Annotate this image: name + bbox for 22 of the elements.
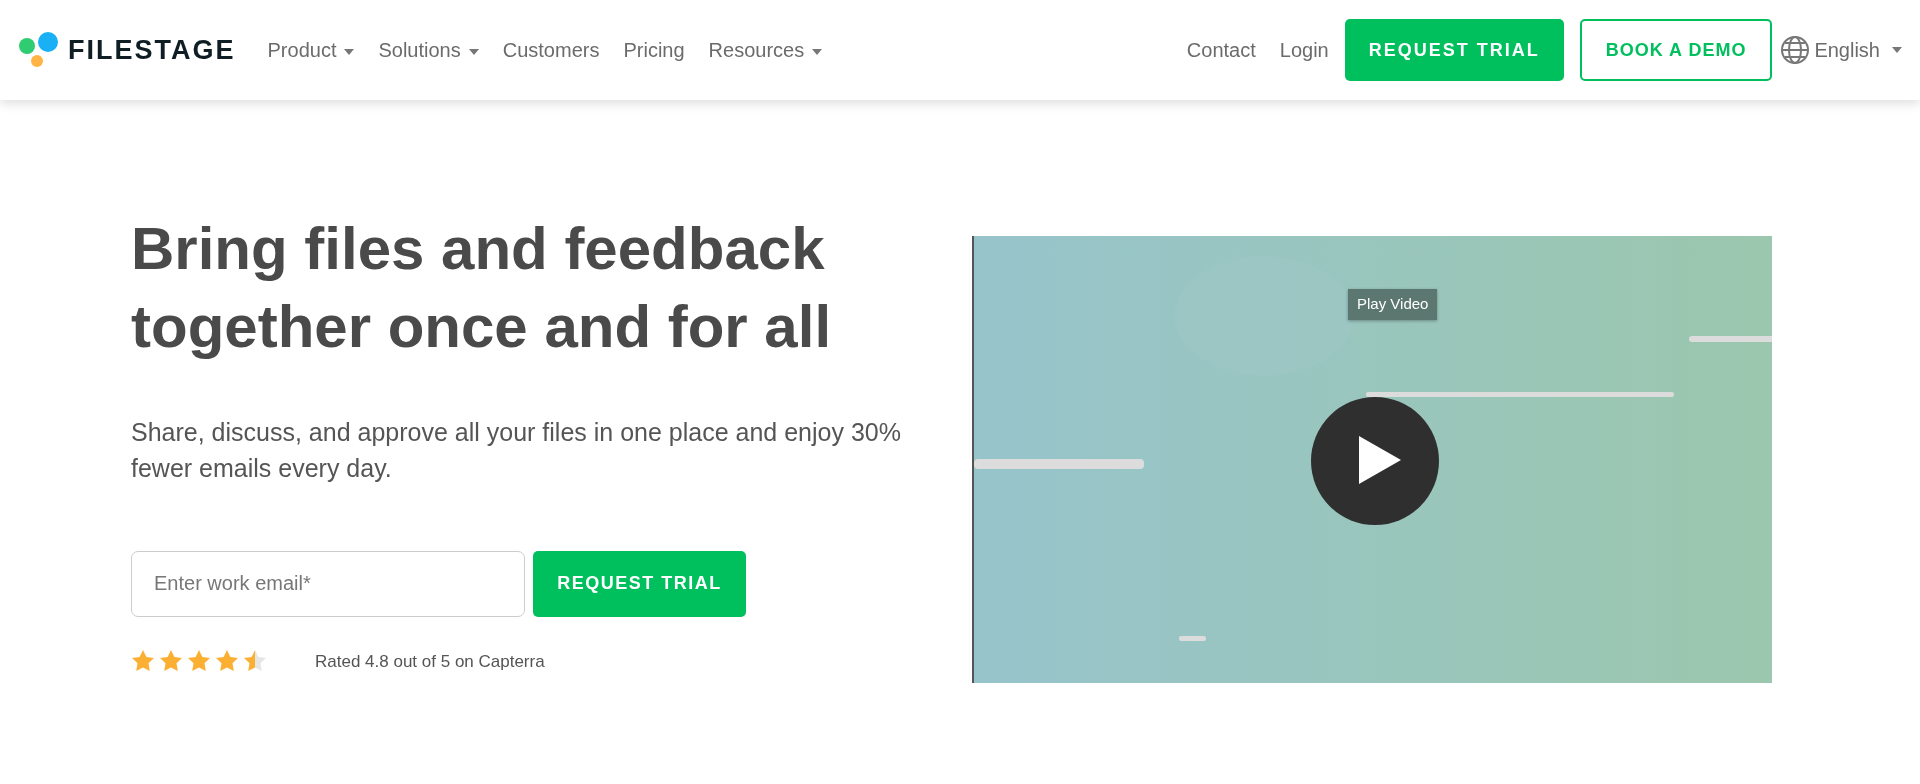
star-icon: [159, 649, 183, 674]
nav-link[interactable]: Pricing: [623, 35, 685, 65]
nav-dropdown[interactable]: Solutions: [378, 35, 479, 65]
language-selector[interactable]: English: [1780, 35, 1902, 65]
nav-dropdown[interactable]: Resources: [708, 35, 823, 65]
logo-text: FILESTAGE: [68, 33, 236, 67]
nav-dropdown[interactable]: Product: [267, 35, 355, 65]
nav-link[interactable]: Contact: [1186, 35, 1256, 65]
globe-icon: [1780, 35, 1811, 65]
email-field[interactable]: Enter work email*: [131, 550, 525, 617]
star-icon: [243, 649, 267, 674]
logo-icon: [18, 32, 60, 68]
subtitle: Share, discuss, and approve all your files in one place and enjoy 30% fewer emails every day.: [131, 417, 901, 485]
nav-link[interactable]: Login: [1279, 35, 1329, 65]
play-button[interactable]: [1311, 397, 1439, 525]
star-icon: [187, 649, 211, 674]
star-icon: [131, 649, 155, 674]
video-tooltip: Play Video: [1348, 289, 1438, 320]
nav-link[interactable]: Customers: [502, 35, 600, 65]
star-icon: [215, 649, 239, 674]
rating-text: Rated 4.8 out of 5 on Capterra: [315, 650, 545, 673]
headline: Bring files and feedback together once and for all: [131, 214, 833, 362]
